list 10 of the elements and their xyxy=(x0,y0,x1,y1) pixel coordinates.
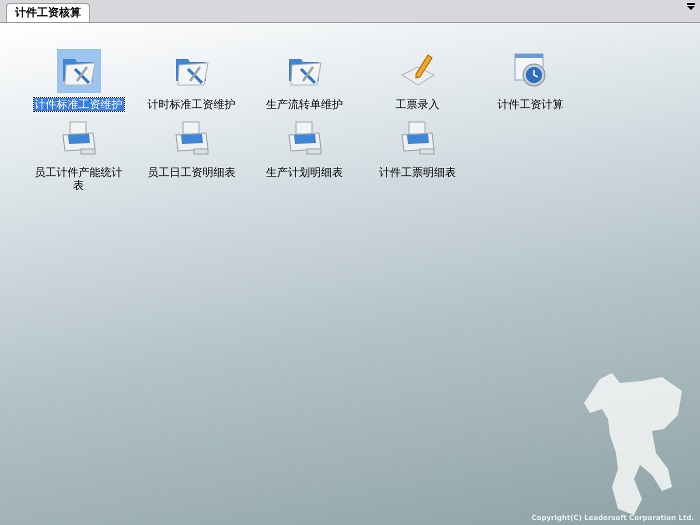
shortcut-label[interactable]: 员工日工资明细表 xyxy=(146,166,236,179)
shortcut-label[interactable]: 工票录入 xyxy=(394,98,440,111)
shortcut-label[interactable]: 计件工资计算 xyxy=(496,98,564,111)
shortcut-label[interactable]: 生产流转单维护 xyxy=(265,98,344,111)
shortcut-label[interactable]: 计件工票明细表 xyxy=(378,166,457,179)
shortcut-label[interactable]: 计时标准工资维护 xyxy=(146,98,236,111)
shortcut-label[interactable]: 生产计划明细表 xyxy=(265,166,344,179)
shortcut-label[interactable]: 员工计件产能统计表 xyxy=(28,166,128,192)
shortcut-label[interactable]: 计件标准工资维护 xyxy=(34,98,124,111)
tab[interactable]: 计件工资核算 xyxy=(6,3,90,22)
